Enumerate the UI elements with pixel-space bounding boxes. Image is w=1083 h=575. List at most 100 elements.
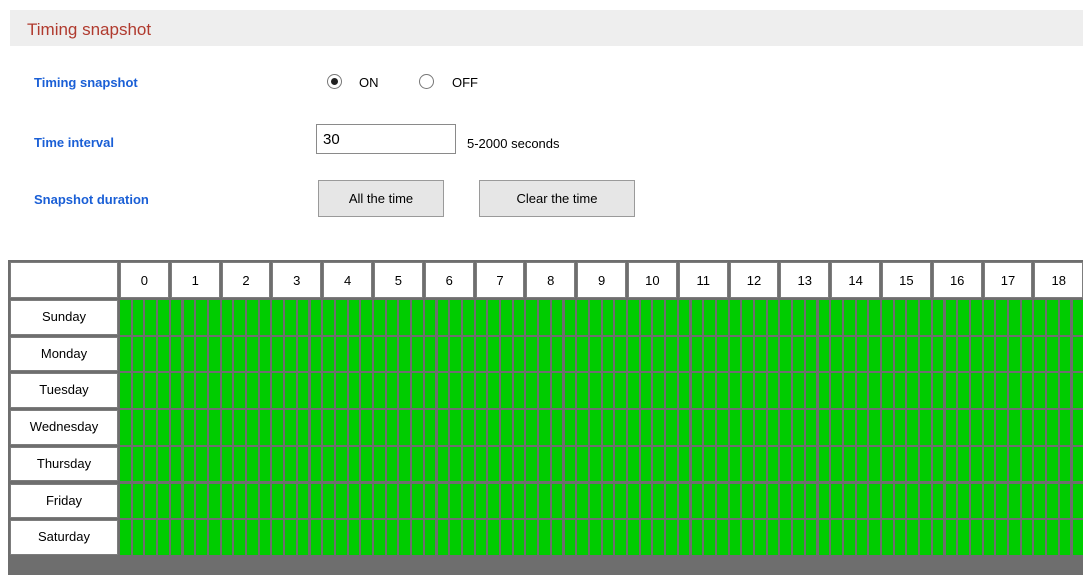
schedule-slot[interactable] bbox=[170, 446, 182, 482]
schedule-slot[interactable] bbox=[297, 483, 309, 519]
schedule-slot[interactable] bbox=[475, 483, 487, 519]
schedule-slot[interactable] bbox=[120, 520, 131, 555]
schedule-slot[interactable] bbox=[628, 373, 639, 409]
schedule-slot[interactable] bbox=[399, 410, 411, 445]
schedule-slot[interactable] bbox=[882, 300, 893, 335]
schedule-slot[interactable] bbox=[920, 410, 931, 445]
schedule-slot[interactable] bbox=[361, 520, 372, 555]
schedule-slot[interactable] bbox=[742, 336, 753, 372]
schedule-slot[interactable] bbox=[805, 300, 817, 335]
schedule-slot[interactable] bbox=[653, 410, 665, 445]
schedule-slot[interactable] bbox=[691, 410, 703, 445]
schedule-slot[interactable] bbox=[691, 483, 703, 519]
schedule-slot[interactable] bbox=[335, 373, 347, 409]
schedule-slot[interactable] bbox=[297, 373, 309, 409]
schedule-slot[interactable] bbox=[704, 300, 715, 335]
schedule-slot[interactable] bbox=[501, 373, 512, 409]
schedule-slot[interactable] bbox=[132, 300, 144, 335]
schedule-slot[interactable] bbox=[285, 373, 296, 409]
schedule-slot[interactable] bbox=[1059, 300, 1071, 335]
clear-the-time-button[interactable]: Clear the time bbox=[479, 180, 635, 217]
schedule-slot[interactable] bbox=[158, 336, 169, 372]
schedule-slot[interactable] bbox=[564, 300, 576, 335]
schedule-slot[interactable] bbox=[285, 336, 296, 372]
schedule-slot[interactable] bbox=[793, 446, 804, 482]
schedule-slot[interactable] bbox=[272, 446, 284, 482]
schedule-slot[interactable] bbox=[412, 373, 423, 409]
schedule-slot[interactable] bbox=[983, 300, 995, 335]
schedule-slot[interactable] bbox=[856, 300, 868, 335]
schedule-slot[interactable] bbox=[183, 483, 195, 519]
schedule-slot[interactable] bbox=[1034, 336, 1046, 372]
schedule-slot[interactable] bbox=[462, 410, 474, 445]
schedule-slot[interactable] bbox=[1059, 373, 1071, 409]
schedule-slot[interactable] bbox=[564, 520, 576, 555]
schedule-slot[interactable] bbox=[704, 446, 715, 482]
schedule-slot[interactable] bbox=[170, 483, 182, 519]
schedule-slot[interactable] bbox=[602, 410, 614, 445]
schedule-slot[interactable] bbox=[780, 520, 792, 555]
schedule-slot[interactable] bbox=[437, 483, 449, 519]
schedule-slot[interactable] bbox=[412, 336, 423, 372]
schedule-slot[interactable] bbox=[450, 483, 461, 519]
schedule-slot[interactable] bbox=[793, 373, 804, 409]
schedule-slot[interactable] bbox=[488, 446, 499, 482]
schedule-slot[interactable] bbox=[120, 410, 131, 445]
schedule-slot[interactable] bbox=[831, 373, 842, 409]
schedule-slot[interactable] bbox=[1034, 373, 1046, 409]
schedule-slot[interactable] bbox=[1059, 483, 1071, 519]
schedule-slot[interactable] bbox=[247, 373, 258, 409]
schedule-slot[interactable] bbox=[589, 520, 601, 555]
schedule-slot[interactable] bbox=[691, 336, 703, 372]
schedule-slot[interactable] bbox=[513, 446, 525, 482]
schedule-slot[interactable] bbox=[386, 410, 398, 445]
schedule-slot[interactable] bbox=[996, 336, 1007, 372]
schedule-slot[interactable] bbox=[196, 300, 207, 335]
schedule-slot[interactable] bbox=[1072, 520, 1083, 555]
schedule-slot[interactable] bbox=[234, 336, 245, 372]
schedule-slot[interactable] bbox=[742, 483, 753, 519]
schedule-slot[interactable] bbox=[234, 446, 245, 482]
schedule-slot[interactable] bbox=[551, 336, 563, 372]
schedule-slot[interactable] bbox=[247, 520, 258, 555]
schedule-slot[interactable] bbox=[335, 483, 347, 519]
schedule-slot[interactable] bbox=[386, 520, 398, 555]
schedule-slot[interactable] bbox=[767, 483, 779, 519]
schedule-slot[interactable] bbox=[678, 373, 690, 409]
schedule-slot[interactable] bbox=[462, 483, 474, 519]
schedule-slot[interactable] bbox=[958, 520, 969, 555]
schedule-slot[interactable] bbox=[462, 336, 474, 372]
schedule-slot[interactable] bbox=[424, 520, 436, 555]
schedule-slot[interactable] bbox=[361, 483, 372, 519]
schedule-slot[interactable] bbox=[335, 410, 347, 445]
schedule-slot[interactable] bbox=[221, 483, 233, 519]
schedule-slot[interactable] bbox=[132, 410, 144, 445]
schedule-slot[interactable] bbox=[310, 373, 322, 409]
schedule-slot[interactable] bbox=[513, 300, 525, 335]
schedule-slot[interactable] bbox=[1034, 410, 1046, 445]
schedule-slot[interactable] bbox=[208, 520, 220, 555]
schedule-slot[interactable] bbox=[1047, 336, 1058, 372]
schedule-slot[interactable] bbox=[564, 410, 576, 445]
schedule-slot[interactable] bbox=[818, 446, 830, 482]
schedule-slot[interactable] bbox=[158, 446, 169, 482]
schedule-slot[interactable] bbox=[678, 300, 690, 335]
schedule-slot[interactable] bbox=[996, 483, 1007, 519]
schedule-slot[interactable] bbox=[920, 520, 931, 555]
schedule-slot[interactable] bbox=[323, 336, 334, 372]
schedule-slot[interactable] bbox=[259, 300, 271, 335]
schedule-slot[interactable] bbox=[437, 410, 449, 445]
schedule-slot[interactable] bbox=[983, 483, 995, 519]
schedule-slot[interactable] bbox=[437, 520, 449, 555]
schedule-slot[interactable] bbox=[399, 336, 411, 372]
schedule-slot[interactable] bbox=[831, 446, 842, 482]
schedule-slot[interactable] bbox=[907, 336, 919, 372]
schedule-slot[interactable] bbox=[831, 520, 842, 555]
schedule-slot[interactable] bbox=[704, 520, 715, 555]
timing-snapshot-on-radio[interactable] bbox=[327, 74, 342, 89]
schedule-slot[interactable] bbox=[323, 373, 334, 409]
schedule-slot[interactable] bbox=[894, 483, 906, 519]
schedule-slot[interactable] bbox=[551, 373, 563, 409]
schedule-slot[interactable] bbox=[729, 483, 741, 519]
schedule-slot[interactable] bbox=[424, 410, 436, 445]
